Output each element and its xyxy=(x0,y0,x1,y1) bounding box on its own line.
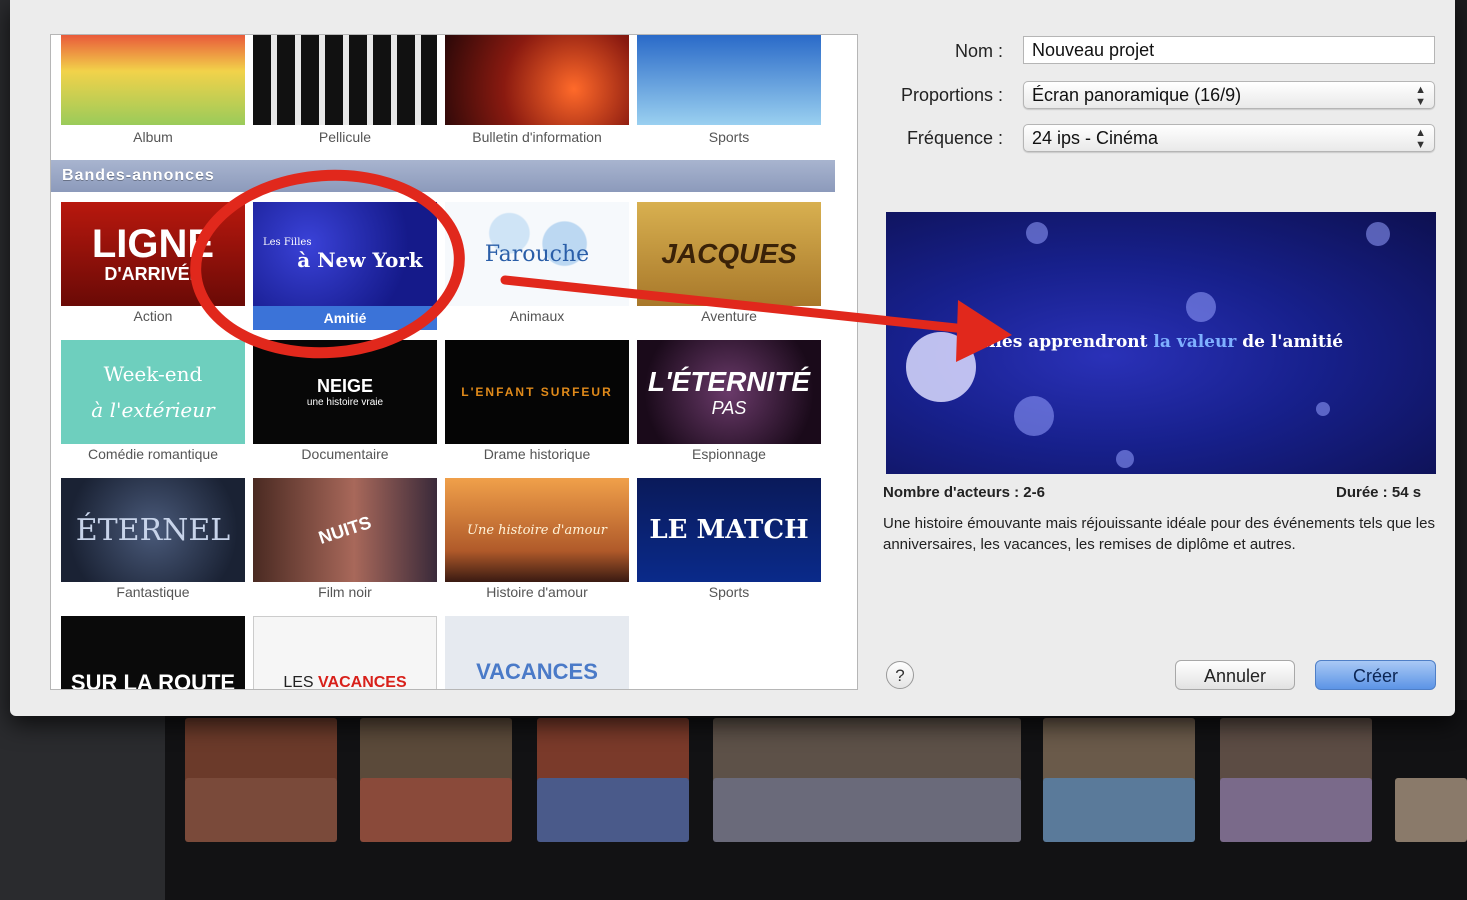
annotation-arrow xyxy=(500,275,1012,362)
arrow-shaft xyxy=(500,275,980,335)
arrow-head xyxy=(956,300,1012,362)
